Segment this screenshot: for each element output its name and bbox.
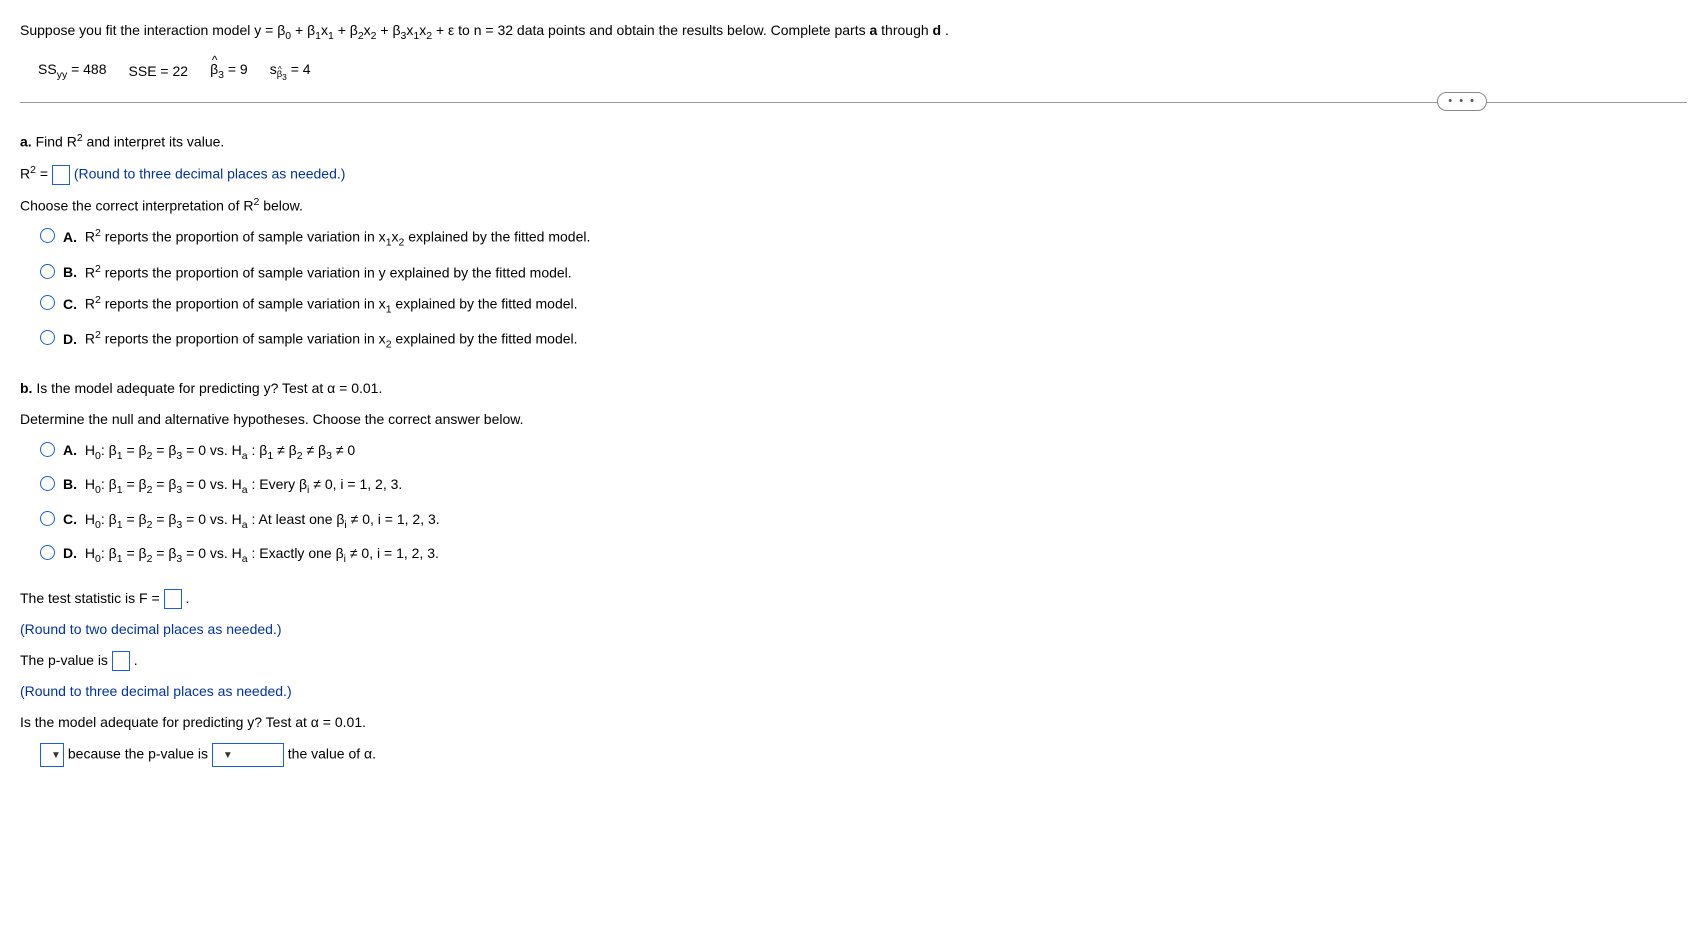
problem-statement: Suppose you fit the interaction model y …: [20, 20, 1687, 45]
part-a-option-c[interactable]: C. R2 reports the proportion of sample v…: [40, 293, 1687, 318]
part-b-option-b[interactable]: B. H0: β1 = β2 = β3 = 0 vs. Ha : Every β…: [40, 474, 1687, 499]
radio-icon[interactable]: [40, 476, 55, 491]
p-value-input[interactable]: [112, 651, 130, 671]
caret-down-icon: ▼: [223, 748, 233, 763]
radio-icon[interactable]: [40, 511, 55, 526]
radio-icon[interactable]: [40, 545, 55, 560]
intro-text-2: + ε to n = 32 data points and obtain the…: [436, 22, 870, 38]
sse: SSE = 22: [129, 61, 189, 82]
part-a-option-d[interactable]: D. R2 reports the proportion of sample v…: [40, 328, 1687, 353]
p-round-note: (Round to three decimal places as needed…: [20, 681, 1687, 702]
f-round-note: (Round to two decimal places as needed.): [20, 619, 1687, 640]
radio-icon[interactable]: [40, 330, 55, 345]
r2-input-row: R2 = (Round to three decimal places as n…: [20, 163, 1687, 185]
f-stat-row: The test statistic is F = .: [20, 588, 1687, 609]
part-a-option-a[interactable]: A. R2 reports the proportion of sample v…: [40, 226, 1687, 251]
given-values: SSyy = 488 SSE = 22 β3 = 9 sβ3 = 4: [20, 59, 1687, 85]
radio-icon[interactable]: [40, 228, 55, 243]
plus1: + β: [295, 22, 315, 38]
part-b-option-a[interactable]: A. H0: β1 = β2 = β3 = 0 vs. Ha : β1 ≠ β2…: [40, 440, 1687, 465]
radio-icon[interactable]: [40, 295, 55, 310]
part-b-option-c[interactable]: C. H0: β1 = β2 = β3 = 0 vs. Ha : At leas…: [40, 509, 1687, 534]
hyp-label: Determine the null and alternative hypot…: [20, 409, 1687, 430]
radio-icon[interactable]: [40, 442, 55, 457]
intro-text-1: Suppose you fit the interaction model y …: [20, 22, 285, 38]
hat-icon: β: [210, 59, 218, 80]
radio-icon[interactable]: [40, 264, 55, 279]
conclusion-select-1[interactable]: ▼: [40, 743, 64, 767]
part-a-option-b[interactable]: B. R2 reports the proportion of sample v…: [40, 262, 1687, 284]
p-value-row: The p-value is .: [20, 650, 1687, 671]
sub-0: 0: [285, 30, 291, 42]
conclusion-row: ▼ because the p-value is ▼ the value of …: [20, 743, 1687, 767]
interp-label: Choose the correct interpretation of R2 …: [20, 195, 1687, 217]
part-a-title: a. Find R2 and interpret its value.: [20, 131, 1687, 153]
part-b-option-d[interactable]: D. H0: β1 = β2 = β3 = 0 vs. Ha : Exactly…: [40, 543, 1687, 568]
r2-round-note: (Round to three decimal places as needed…: [74, 165, 346, 181]
ssyy: SSyy = 488: [38, 59, 107, 84]
s-beta3: sβ3 = 4: [270, 59, 311, 85]
part-b-title: b. Is the model adequate for predicting …: [20, 378, 1687, 399]
r2-input[interactable]: [52, 165, 70, 185]
more-options-icon[interactable]: • • •: [1437, 92, 1487, 111]
conclusion-select-2[interactable]: ▼: [212, 743, 284, 767]
section-divider: • • •: [20, 102, 1687, 103]
beta3-hat: β3 = 9: [210, 59, 248, 84]
caret-down-icon: ▼: [51, 748, 61, 763]
bold-d: d: [933, 22, 942, 38]
adequate-question: Is the model adequate for predicting y? …: [20, 712, 1687, 733]
bold-a: a: [869, 22, 877, 38]
f-stat-input[interactable]: [164, 589, 182, 609]
